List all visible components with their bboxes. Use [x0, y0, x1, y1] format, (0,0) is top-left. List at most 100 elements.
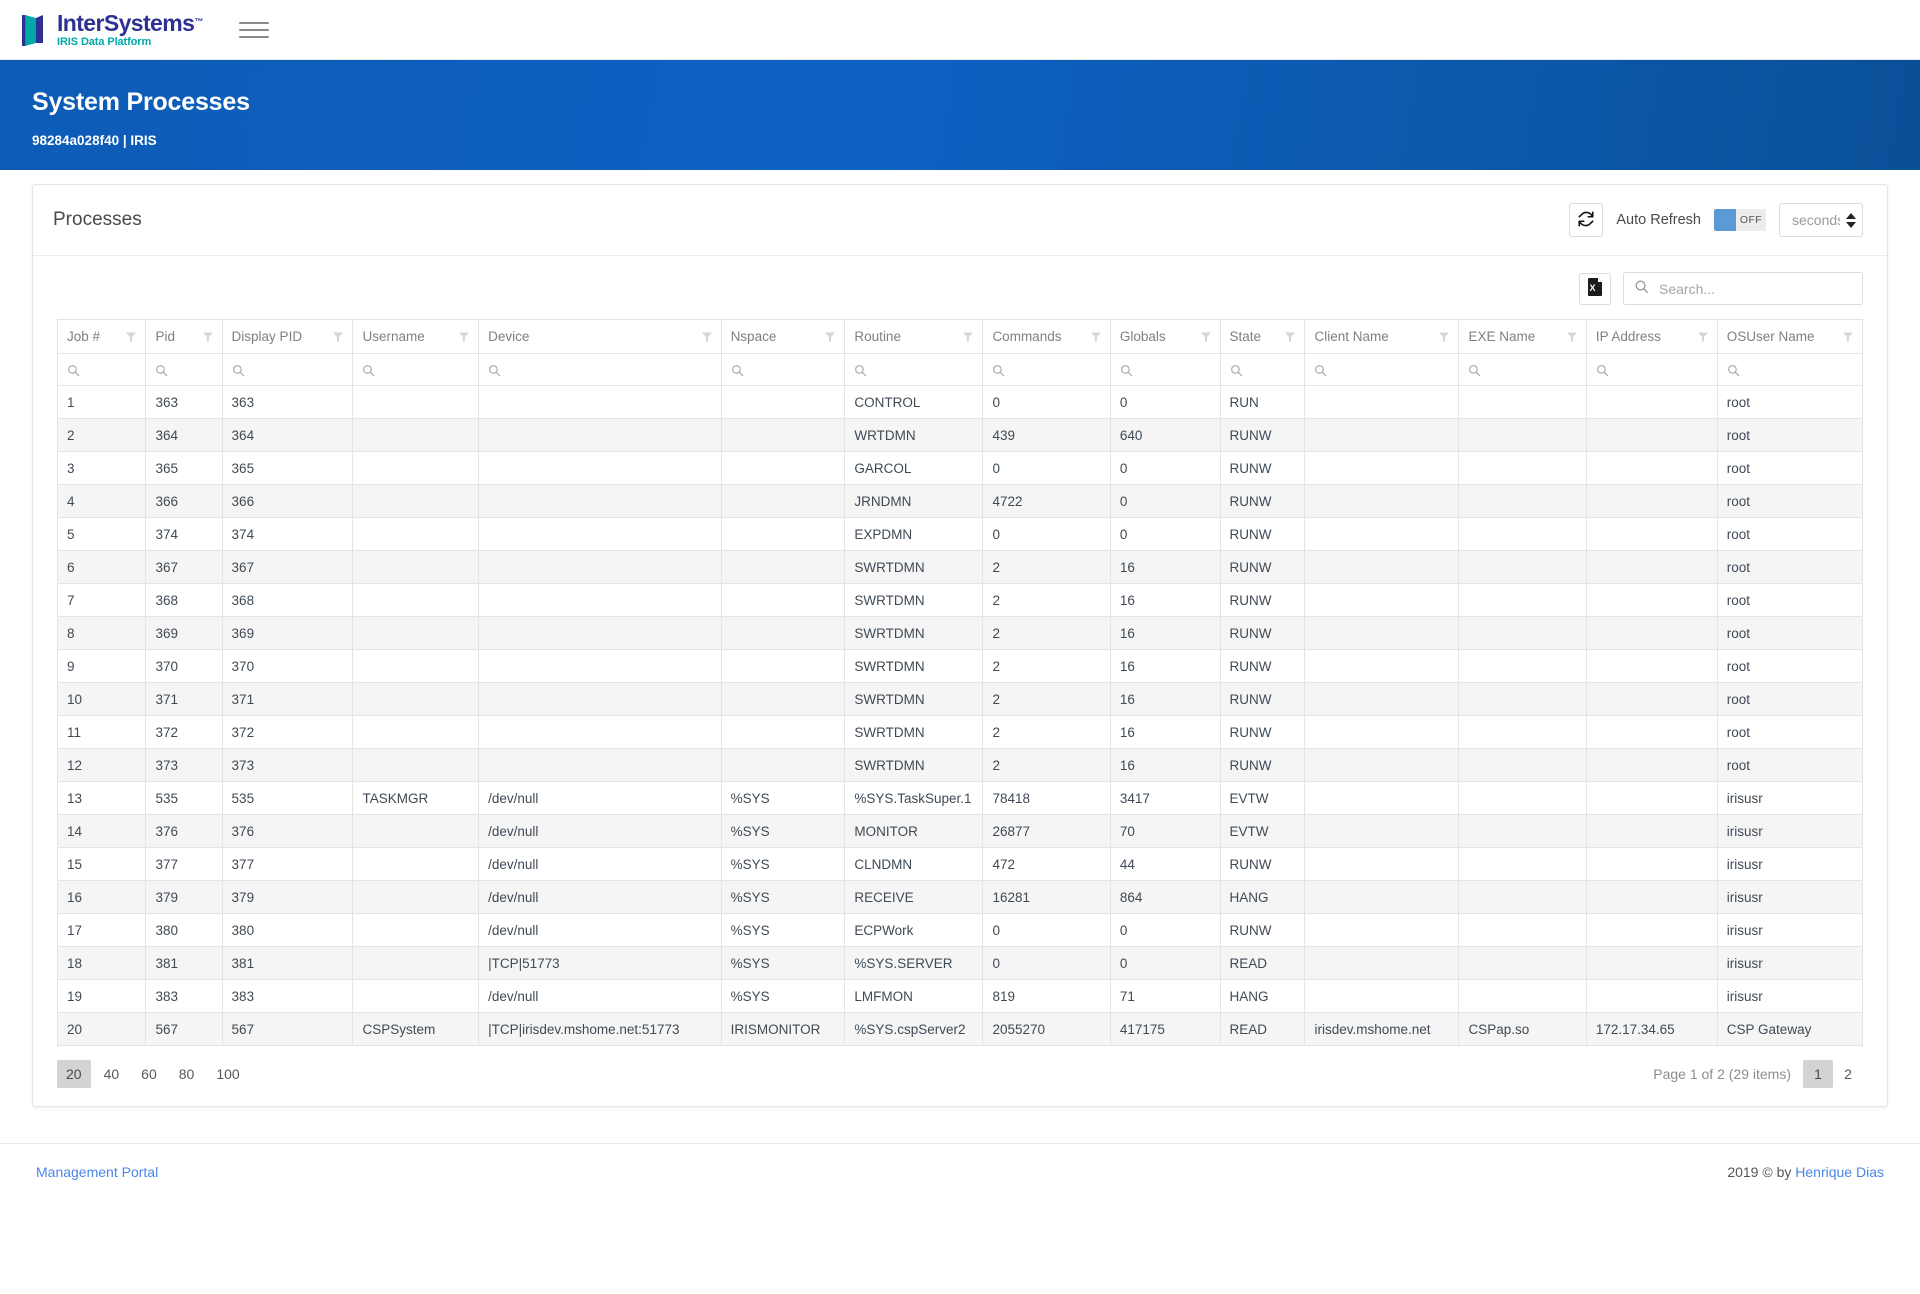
column-filter-cell[interactable] [222, 354, 353, 386]
column-search-icon[interactable] [1468, 364, 1481, 377]
table-row[interactable]: 16379379/dev/null%SYSRECEIVE16281864HANG… [58, 881, 1863, 914]
column-search-icon[interactable] [362, 364, 375, 377]
column-filter-cell[interactable] [1110, 354, 1220, 386]
column-filter-cell[interactable] [721, 354, 845, 386]
page-size-40[interactable]: 40 [95, 1060, 129, 1088]
table-row[interactable]: 3365365GARCOL00RUNWroot [58, 452, 1863, 485]
table-row[interactable]: 4366366JRNDMN47220RUNWroot [58, 485, 1863, 518]
column-header-username[interactable]: Username [353, 320, 479, 354]
column-header-state[interactable]: State [1220, 320, 1305, 354]
stepper-arrows[interactable] [1846, 213, 1856, 228]
column-filter-cell[interactable] [1586, 354, 1717, 386]
column-header-routine[interactable]: Routine [845, 320, 983, 354]
filter-icon[interactable] [1842, 331, 1854, 343]
author-link[interactable]: Henrique Dias [1795, 1164, 1884, 1180]
management-portal-link[interactable]: Management Portal [36, 1164, 158, 1180]
table-row[interactable]: 18381381|TCP|51773%SYS%SYS.SERVER00READi… [58, 947, 1863, 980]
column-search-icon[interactable] [854, 364, 867, 377]
filter-icon[interactable] [824, 331, 836, 343]
page-size-60[interactable]: 60 [132, 1060, 166, 1088]
table-row[interactable]: 14376376/dev/null%SYSMONITOR2687770EVTWi… [58, 815, 1863, 848]
column-filter-cell[interactable] [1459, 354, 1586, 386]
column-filter-cell[interactable] [983, 354, 1110, 386]
auto-refresh-toggle[interactable]: OFF [1714, 209, 1766, 231]
filter-icon[interactable] [1566, 331, 1578, 343]
column-filter-cell[interactable] [479, 354, 721, 386]
column-search-icon[interactable] [731, 364, 744, 377]
filter-icon[interactable] [962, 331, 974, 343]
column-header-client-name[interactable]: Client Name [1305, 320, 1459, 354]
table-row[interactable]: 2364364WRTDMN439640RUNWroot [58, 419, 1863, 452]
column-header-display-pid[interactable]: Display PID [222, 320, 353, 354]
column-filter-cell[interactable] [1305, 354, 1459, 386]
stepper-down-icon[interactable] [1846, 222, 1856, 228]
column-header-osuser-name[interactable]: OSUser Name [1717, 320, 1862, 354]
filter-icon[interactable] [332, 331, 344, 343]
filter-icon[interactable] [1200, 331, 1212, 343]
hamburger-menu-icon[interactable] [239, 15, 273, 45]
filter-icon[interactable] [1697, 331, 1709, 343]
column-filter-cell[interactable] [1220, 354, 1305, 386]
column-filter-cell[interactable] [146, 354, 222, 386]
column-header-commands[interactable]: Commands [983, 320, 1110, 354]
column-header-device[interactable]: Device [479, 320, 721, 354]
filter-icon[interactable] [1284, 331, 1296, 343]
brand-logo[interactable]: InterSystems™ IRIS Data Platform [22, 12, 203, 48]
column-header-exe-name[interactable]: EXE Name [1459, 320, 1586, 354]
table-cell [721, 683, 845, 716]
filter-icon[interactable] [1090, 331, 1102, 343]
table-row[interactable]: 5374374EXPDMN00RUNWroot [58, 518, 1863, 551]
excel-export-button[interactable]: X [1579, 273, 1611, 305]
column-search-icon[interactable] [488, 364, 501, 377]
table-row[interactable]: 6367367SWRTDMN216RUNWroot [58, 551, 1863, 584]
table-row[interactable]: 11372372SWRTDMN216RUNWroot [58, 716, 1863, 749]
page-number-2[interactable]: 2 [1833, 1060, 1863, 1088]
column-header-ip-address[interactable]: IP Address [1586, 320, 1717, 354]
column-search-icon[interactable] [67, 364, 80, 377]
stepper-up-icon[interactable] [1846, 213, 1856, 219]
table-row[interactable]: 20567567CSPSystem|TCP|irisdev.mshome.net… [58, 1013, 1863, 1046]
column-header-pid[interactable]: Pid [146, 320, 222, 354]
column-search-icon[interactable] [1727, 364, 1740, 377]
table-row[interactable]: 1363363CONTROL00RUNroot [58, 386, 1863, 419]
table-row[interactable]: 12373373SWRTDMN216RUNWroot [58, 749, 1863, 782]
page-number-1[interactable]: 1 [1803, 1060, 1833, 1088]
column-filter-cell[interactable] [1717, 354, 1862, 386]
table-row[interactable]: 19383383/dev/null%SYSLMFMON81971HANGiris… [58, 980, 1863, 1013]
column-header-nspace[interactable]: Nspace [721, 320, 845, 354]
column-filter-cell[interactable] [353, 354, 479, 386]
page-size-100[interactable]: 100 [207, 1060, 248, 1088]
filter-icon[interactable] [701, 331, 713, 343]
filter-icon[interactable] [125, 331, 137, 343]
column-search-icon[interactable] [1230, 364, 1243, 377]
table-row[interactable]: 8369369SWRTDMN216RUNWroot [58, 617, 1863, 650]
filter-icon[interactable] [202, 331, 214, 343]
table-cell: 12 [58, 749, 146, 782]
table-row[interactable]: 10371371SWRTDMN216RUNWroot [58, 683, 1863, 716]
refresh-interval-stepper[interactable] [1779, 203, 1863, 237]
page-size-80[interactable]: 80 [170, 1060, 204, 1088]
page-size-20[interactable]: 20 [57, 1060, 91, 1088]
column-filter-cell[interactable] [58, 354, 146, 386]
column-search-icon[interactable] [1120, 364, 1133, 377]
table-cell: 380 [146, 914, 222, 947]
table-row[interactable]: 9370370SWRTDMN216RUNWroot [58, 650, 1863, 683]
refresh-interval-input[interactable] [1790, 211, 1842, 229]
column-search-icon[interactable] [232, 364, 245, 377]
column-filter-cell[interactable] [845, 354, 983, 386]
table-row[interactable]: 15377377/dev/null%SYSCLNDMN47244RUNWiris… [58, 848, 1863, 881]
table-row[interactable]: 13535535TASKMGR/dev/null%SYS%SYS.TaskSup… [58, 782, 1863, 815]
table-row[interactable]: 7368368SWRTDMN216RUNWroot [58, 584, 1863, 617]
column-search-icon[interactable] [1314, 364, 1327, 377]
search-box[interactable] [1623, 272, 1863, 305]
table-row[interactable]: 17380380/dev/null%SYSECPWork00RUNWirisus… [58, 914, 1863, 947]
column-search-icon[interactable] [992, 364, 1005, 377]
refresh-button[interactable] [1569, 203, 1603, 237]
search-input[interactable] [1657, 280, 1852, 298]
column-header-globals[interactable]: Globals [1110, 320, 1220, 354]
column-search-icon[interactable] [155, 364, 168, 377]
filter-icon[interactable] [1438, 331, 1450, 343]
filter-icon[interactable] [458, 331, 470, 343]
column-search-icon[interactable] [1596, 364, 1609, 377]
column-header-job[interactable]: Job # [58, 320, 146, 354]
